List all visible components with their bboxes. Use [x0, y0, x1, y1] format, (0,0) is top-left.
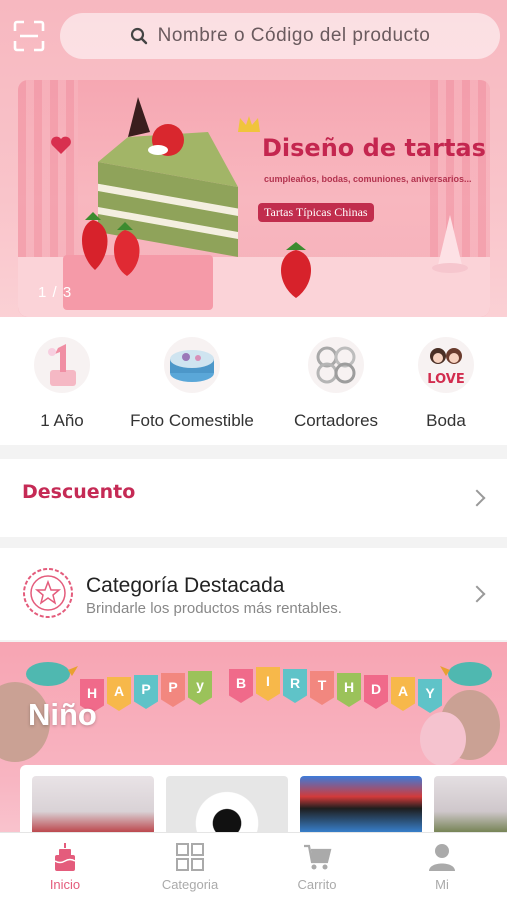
category-label: 1 Año — [40, 411, 84, 430]
featured-title: Categoría Destacada — [86, 574, 285, 597]
category-boda[interactable]: LOVE Boda — [414, 337, 478, 431]
product-thumbnail[interactable] — [300, 776, 422, 832]
category-label: Cortadores — [293, 411, 379, 430]
heart-icon — [51, 136, 71, 154]
chevron-right-icon — [468, 585, 486, 603]
photo-cake-icon — [164, 337, 220, 393]
banner-flag: A — [391, 677, 415, 711]
banner-title: Diseño de tartas — [262, 134, 486, 162]
nav-item-carrito[interactable]: Carrito — [267, 841, 367, 892]
search-bar[interactable]: Nombre o Código del producto — [60, 13, 500, 59]
bird-icon — [26, 662, 78, 686]
bird-icon — [440, 662, 492, 686]
promo-banner[interactable]: Diseño de tartas cumpleaños, bodas, comu… — [18, 80, 490, 317]
category-label: Boda — [426, 411, 466, 430]
category-cortadores[interactable]: Cortadores — [288, 337, 384, 431]
nav-label: Carrito — [297, 877, 337, 892]
header-area: Nombre o Código del producto Diseño de t… — [0, 0, 507, 330]
banner-flag: A — [107, 677, 131, 711]
strawberry-image — [281, 242, 311, 298]
wedding-icon: LOVE — [418, 337, 474, 393]
cake-stand-image — [432, 215, 468, 273]
crown-icon — [238, 116, 260, 132]
banner-pager: 1 / 3 — [38, 284, 73, 301]
banner-tag: Tartas Típicas Chinas — [258, 203, 374, 222]
discount-row[interactable]: Descuento — [0, 459, 507, 537]
category-1-ano[interactable]: 1 Año — [28, 337, 96, 431]
banner-flag: D — [364, 675, 388, 709]
banner-flag: R — [283, 669, 307, 703]
chevron-right-icon — [468, 489, 486, 507]
banner-flag: P — [134, 675, 158, 709]
product-thumbnail[interactable] — [32, 776, 154, 832]
category-foto-comestible[interactable]: Foto Comestible — [126, 337, 258, 431]
bottom-nav: Inicio Categoria Carrito Mi — [0, 832, 507, 900]
cake-icon — [54, 843, 76, 871]
nav-item-mi[interactable]: Mi — [392, 841, 492, 892]
banner-flag: T — [310, 671, 334, 705]
nav-item-inicio[interactable]: Inicio — [15, 841, 115, 892]
nav-label: Inicio — [49, 877, 81, 892]
promo-title: Niño — [28, 697, 97, 732]
product-carousel — [20, 765, 507, 832]
user-icon — [429, 844, 455, 871]
banner-flag: Y — [418, 679, 442, 713]
discount-title: Descuento — [22, 481, 136, 503]
nav-label: Categoria — [161, 877, 219, 892]
featured-category-row[interactable]: Categoría Destacada Brindarle los produc… — [0, 548, 507, 640]
category-shortcuts: 1 Año Foto Comestible Cortadores LOVE Bo… — [0, 317, 507, 445]
grid-icon — [176, 843, 204, 871]
category-label: Foto Comestible — [130, 411, 254, 430]
happy-birthday-banner: HAPPyBIRTHDAY — [80, 667, 442, 713]
banner-flag: H — [337, 673, 361, 707]
scan-icon[interactable] — [13, 20, 45, 52]
banner-flag: I — [256, 667, 280, 701]
nino-promo-section[interactable]: HAPPyBIRTHDAY Niño — [0, 642, 507, 832]
balloon-image — [420, 712, 466, 766]
nav-item-categoria[interactable]: Categoria — [140, 841, 240, 892]
featured-badge-icon — [23, 568, 73, 618]
cart-icon — [304, 844, 332, 870]
strawberry-image — [81, 212, 140, 276]
one-year-icon — [34, 337, 90, 393]
search-icon — [130, 27, 147, 45]
product-thumbnail[interactable] — [434, 776, 507, 832]
search-placeholder: Nombre o Código del producto — [157, 25, 431, 46]
cookie-cutter-icon — [308, 337, 364, 393]
love-text: LOVE — [427, 372, 464, 387]
featured-subtitle: Brindarle los productos más rentables. — [86, 600, 342, 617]
banner-flag: P — [161, 673, 185, 707]
banner-flag: B — [229, 669, 253, 703]
product-thumbnail[interactable] — [166, 776, 288, 832]
nav-label: Mi — [435, 877, 449, 892]
banner-flag: y — [188, 671, 212, 705]
banner-subtitle: cumpleaños, bodas, comuniones, aniversar… — [264, 174, 472, 184]
